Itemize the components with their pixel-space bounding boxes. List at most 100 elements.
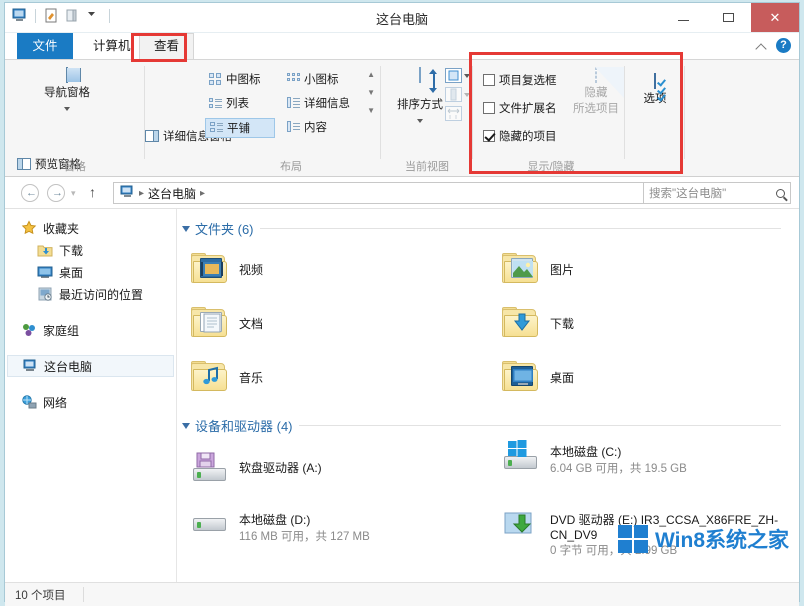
file-extensions-checkbox[interactable] xyxy=(483,102,495,114)
add-columns-caret-icon[interactable] xyxy=(464,92,470,97)
sidebar-item-this-pc[interactable]: 这台电脑 xyxy=(7,355,174,377)
file-list[interactable]: 文件夹 (6) 视频 图片 文档 下载 音乐 桌面 设备和驱动器 (4) 软盘驱… xyxy=(177,209,799,582)
folder-label-music: 音乐 xyxy=(239,370,264,385)
list-item[interactable]: 软盘驱动器 (A:) xyxy=(177,439,488,495)
maximize-button[interactable] xyxy=(706,3,751,32)
current-view-small-buttons[interactable] xyxy=(445,68,470,121)
homegroup-icon xyxy=(21,322,37,338)
tab-view[interactable]: 查看 xyxy=(139,33,195,59)
navigation-pane-icon xyxy=(66,67,68,83)
layout-scroll-down-icon[interactable]: ▼ xyxy=(367,88,375,97)
list-item[interactable]: 视频 xyxy=(177,242,488,296)
sidebar-item-recent-places[interactable]: 最近访问的位置 xyxy=(5,283,176,305)
ribbon-group-panes: 导航窗格 预览窗格 窗格 xyxy=(5,60,145,177)
sort-by-caret-icon[interactable] xyxy=(417,119,423,123)
list-item[interactable]: 本地磁盘 (C:) 6.04 GB 可用，共 19.5 GB xyxy=(488,439,799,507)
options-icon xyxy=(654,73,656,89)
hide-selected-items-button[interactable]: 隐藏 所选项目 xyxy=(569,67,623,116)
sidebar-item-favorites[interactable]: 收藏夹 xyxy=(5,217,176,239)
status-divider xyxy=(83,587,84,602)
content-view-icon xyxy=(287,121,300,133)
search-icon[interactable] xyxy=(776,188,785,198)
sidebar-item-network[interactable]: 网络 xyxy=(5,391,176,413)
hidden-items-label: 隐藏的项目 xyxy=(499,131,557,143)
group-by-button[interactable] xyxy=(445,68,470,83)
tiles-view-icon xyxy=(210,122,223,134)
sidebar-label-recent-places: 最近访问的位置 xyxy=(59,287,144,302)
music-folder-icon xyxy=(191,361,229,393)
navigation-pane-button[interactable]: 导航窗格 xyxy=(27,67,107,114)
size-columns-icon xyxy=(445,106,462,121)
details-view-icon xyxy=(287,97,300,109)
tab-file[interactable]: 文件 xyxy=(17,33,73,59)
close-button[interactable]: ✕ xyxy=(751,3,799,32)
current-view-group-label: 当前视图 xyxy=(405,161,449,173)
list-item[interactable]: 桌面 xyxy=(488,350,799,404)
layout-item-list[interactable]: 列表 xyxy=(205,94,253,112)
dvd-drive-icon xyxy=(502,507,540,539)
size-all-columns-button[interactable] xyxy=(445,106,470,121)
layout-expand-icon[interactable]: ▼ xyxy=(367,106,375,115)
videos-folder-icon xyxy=(191,253,229,285)
sidebar-item-downloads[interactable]: 下载 xyxy=(5,239,176,261)
layout-label-list: 列表 xyxy=(226,98,249,110)
collapse-triangle-icon[interactable] xyxy=(182,422,190,429)
watermark-text: Win8系统之家 xyxy=(655,529,789,552)
folder-label-videos: 视频 xyxy=(239,262,264,277)
item-checkboxes-checkbox[interactable] xyxy=(483,74,495,86)
list-item[interactable]: 文档 xyxy=(177,296,488,350)
sidebar-item-homegroup[interactable]: 家庭组 xyxy=(5,319,176,341)
list-item[interactable]: 图片 xyxy=(488,242,799,296)
breadcrumb[interactable]: ▸ 这台电脑 ▸ xyxy=(113,182,703,204)
layout-item-tiles[interactable]: 平铺 xyxy=(205,118,275,138)
forward-button[interactable]: → xyxy=(47,184,65,202)
breadcrumb-item-this-pc[interactable]: 这台电脑 xyxy=(148,185,196,202)
layout-item-small-icons[interactable]: 小图标 xyxy=(283,70,343,88)
add-columns-button[interactable] xyxy=(445,87,470,102)
help-icon[interactable]: ? xyxy=(776,38,791,53)
section-header-folders[interactable]: 文件夹 (6) xyxy=(182,219,799,238)
options-button[interactable]: 选项 xyxy=(633,73,677,106)
recent-places-icon xyxy=(37,286,53,302)
downloads-folder-icon xyxy=(502,307,540,339)
windows-drive-icon xyxy=(502,439,540,471)
tab-computer[interactable]: 计算机 xyxy=(79,33,145,59)
file-extensions-label: 文件扩展名 xyxy=(499,103,557,115)
folder-label-downloads: 下载 xyxy=(550,316,575,331)
section-header-drives[interactable]: 设备和驱动器 (4) xyxy=(182,416,799,435)
ribbon: 导航窗格 预览窗格 窗格 详细信息窗格 中图标 小图标 列表 详细信息 平铺 内… xyxy=(5,59,799,177)
sidebar-label-desktop: 桌面 xyxy=(59,265,84,280)
layout-scroll-controls[interactable]: ▲ ▼ ▼ xyxy=(367,70,375,115)
hidden-items-checkbox[interactable] xyxy=(483,130,495,142)
minimize-button[interactable] xyxy=(661,3,706,32)
layout-item-content[interactable]: 内容 xyxy=(283,118,331,136)
back-button[interactable]: ← xyxy=(21,184,39,202)
layout-item-medium-icons[interactable]: 中图标 xyxy=(205,70,265,88)
breadcrumb-separator-2[interactable]: ▸ xyxy=(200,188,205,199)
navigation-pane-caret-icon[interactable] xyxy=(64,107,70,111)
collapse-triangle-icon[interactable] xyxy=(182,225,190,232)
layout-item-details[interactable]: 详细信息 xyxy=(283,94,354,112)
checkbox-item-hidden[interactable]: 隐藏的项目 xyxy=(483,128,557,144)
list-item[interactable]: 下载 xyxy=(488,296,799,350)
drive-info-d: 本地磁盘 (D:) 116 MB 可用，共 127 MB xyxy=(239,507,370,544)
search-input[interactable]: 搜索"这台电脑" xyxy=(643,182,791,204)
up-button[interactable]: ↑ xyxy=(89,184,96,201)
list-item[interactable]: 本地磁盘 (D:) 116 MB 可用，共 127 MB xyxy=(177,507,488,575)
layout-scroll-up-icon[interactable]: ▲ xyxy=(367,70,375,79)
recent-locations-button[interactable]: ▾ xyxy=(71,188,76,199)
sort-by-button[interactable]: 排序方式 xyxy=(389,67,451,126)
sidebar-item-desktop[interactable]: 桌面 xyxy=(5,261,176,283)
ribbon-right-controls: ? xyxy=(754,38,791,53)
checkbox-item-checkboxes[interactable]: 项目复选框 xyxy=(483,72,557,88)
sidebar-label-favorites: 收藏夹 xyxy=(43,221,80,236)
chevron-up-icon[interactable] xyxy=(754,39,768,53)
ribbon-group-options: 选项 xyxy=(625,60,685,177)
list-item[interactable]: 音乐 xyxy=(177,350,488,404)
drive-name-d: 本地磁盘 (D:) xyxy=(239,513,311,527)
group-by-caret-icon[interactable] xyxy=(464,73,470,78)
medium-icons-icon xyxy=(209,73,222,85)
folder-label-desktop: 桌面 xyxy=(550,370,575,385)
checkbox-item-extensions[interactable]: 文件扩展名 xyxy=(483,100,557,116)
drive-name-a: 软盘驱动器 (A:) xyxy=(239,460,322,475)
